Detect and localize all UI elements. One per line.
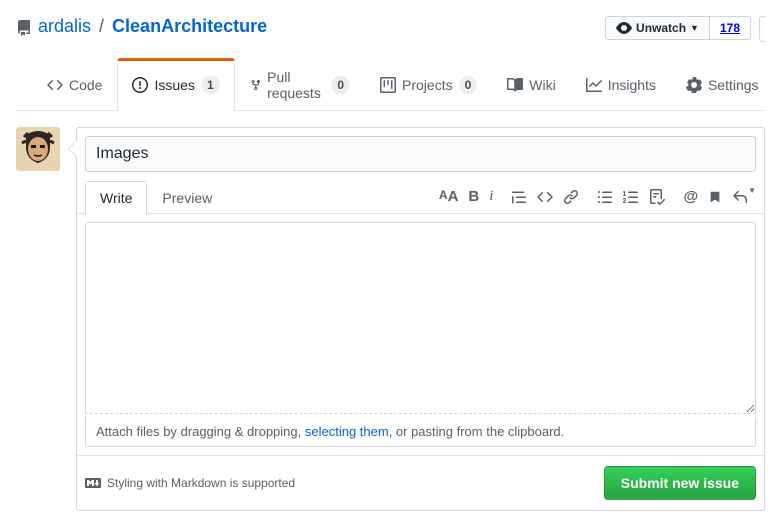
issues-count: 1 xyxy=(201,76,220,94)
repo-tabs: Code Issues 1 Pull requests 0 Projects 0… xyxy=(16,57,765,111)
project-icon xyxy=(380,77,396,93)
heading-icon[interactable]: AA xyxy=(439,188,459,205)
clipped-control xyxy=(759,16,765,42)
pull-request-icon xyxy=(250,77,262,93)
tab-code[interactable]: Code xyxy=(32,58,117,111)
graph-icon xyxy=(586,77,602,93)
quote-icon[interactable] xyxy=(511,189,527,205)
unwatch-label: Unwatch xyxy=(636,21,686,35)
bold-icon[interactable]: B xyxy=(468,188,479,205)
watch-control: Unwatch ▼ 178 xyxy=(605,16,751,40)
markdown-icon xyxy=(85,475,101,491)
tab-settings[interactable]: Settings xyxy=(671,58,774,111)
caret-down-icon: ▼ xyxy=(690,23,699,33)
pulls-count: 0 xyxy=(331,76,350,94)
eye-icon xyxy=(616,20,632,36)
tab-wiki[interactable]: Wiki xyxy=(492,58,570,111)
gear-icon xyxy=(686,77,702,93)
markdown-help[interactable]: Styling with Markdown is supported xyxy=(85,475,295,491)
unwatch-button[interactable]: Unwatch ▼ xyxy=(605,16,710,40)
italic-icon[interactable]: i xyxy=(489,188,493,205)
submit-issue-button[interactable]: Submit new issue xyxy=(604,466,756,500)
write-tab[interactable]: Write xyxy=(85,181,147,215)
mention-icon[interactable]: @ xyxy=(683,188,698,205)
list-unordered-icon[interactable] xyxy=(597,189,613,205)
repo-icon xyxy=(16,16,32,37)
projects-count: 0 xyxy=(459,76,478,94)
breadcrumb: ardalis / CleanArchitecture xyxy=(16,16,267,37)
avatar[interactable] xyxy=(16,127,60,171)
book-icon xyxy=(507,77,523,93)
issue-icon xyxy=(132,77,148,93)
select-files-link[interactable]: selecting them xyxy=(305,424,389,439)
tab-pulls[interactable]: Pull requests 0 xyxy=(235,58,365,111)
reference-icon[interactable] xyxy=(708,189,722,205)
breadcrumb-separator: / xyxy=(99,16,104,37)
code-icon[interactable] xyxy=(537,189,553,205)
tab-insights[interactable]: Insights xyxy=(571,58,671,111)
tab-pulls-label: Pull requests xyxy=(267,69,325,101)
tab-projects-label: Projects xyxy=(402,77,453,93)
attach-hint[interactable]: Attach files by dragging & dropping, sel… xyxy=(85,417,756,447)
issue-body-textarea[interactable] xyxy=(85,222,756,414)
repo-owner-link[interactable]: ardalis xyxy=(38,16,91,37)
preview-tab[interactable]: Preview xyxy=(147,181,227,215)
code-icon xyxy=(47,77,63,93)
issue-composer: Write Preview AA B i xyxy=(76,127,765,511)
tab-issues-label: Issues xyxy=(154,77,194,93)
tab-insights-label: Insights xyxy=(608,77,656,93)
tab-projects[interactable]: Projects 0 xyxy=(365,58,492,111)
repo-name-link[interactable]: CleanArchitecture xyxy=(112,16,267,37)
tab-code-label: Code xyxy=(69,77,102,93)
reply-icon[interactable]: ▼ xyxy=(732,189,756,205)
watchers-count[interactable]: 178 xyxy=(710,16,751,40)
tab-wiki-label: Wiki xyxy=(529,77,555,93)
tasklist-icon[interactable] xyxy=(649,189,665,205)
tab-settings-label: Settings xyxy=(708,77,759,93)
issue-title-input[interactable] xyxy=(85,136,756,172)
markdown-toolbar: AA B i @ xyxy=(439,188,756,205)
list-ordered-icon[interactable] xyxy=(623,189,639,205)
link-icon[interactable] xyxy=(563,189,579,205)
tab-issues[interactable]: Issues 1 xyxy=(117,58,234,111)
